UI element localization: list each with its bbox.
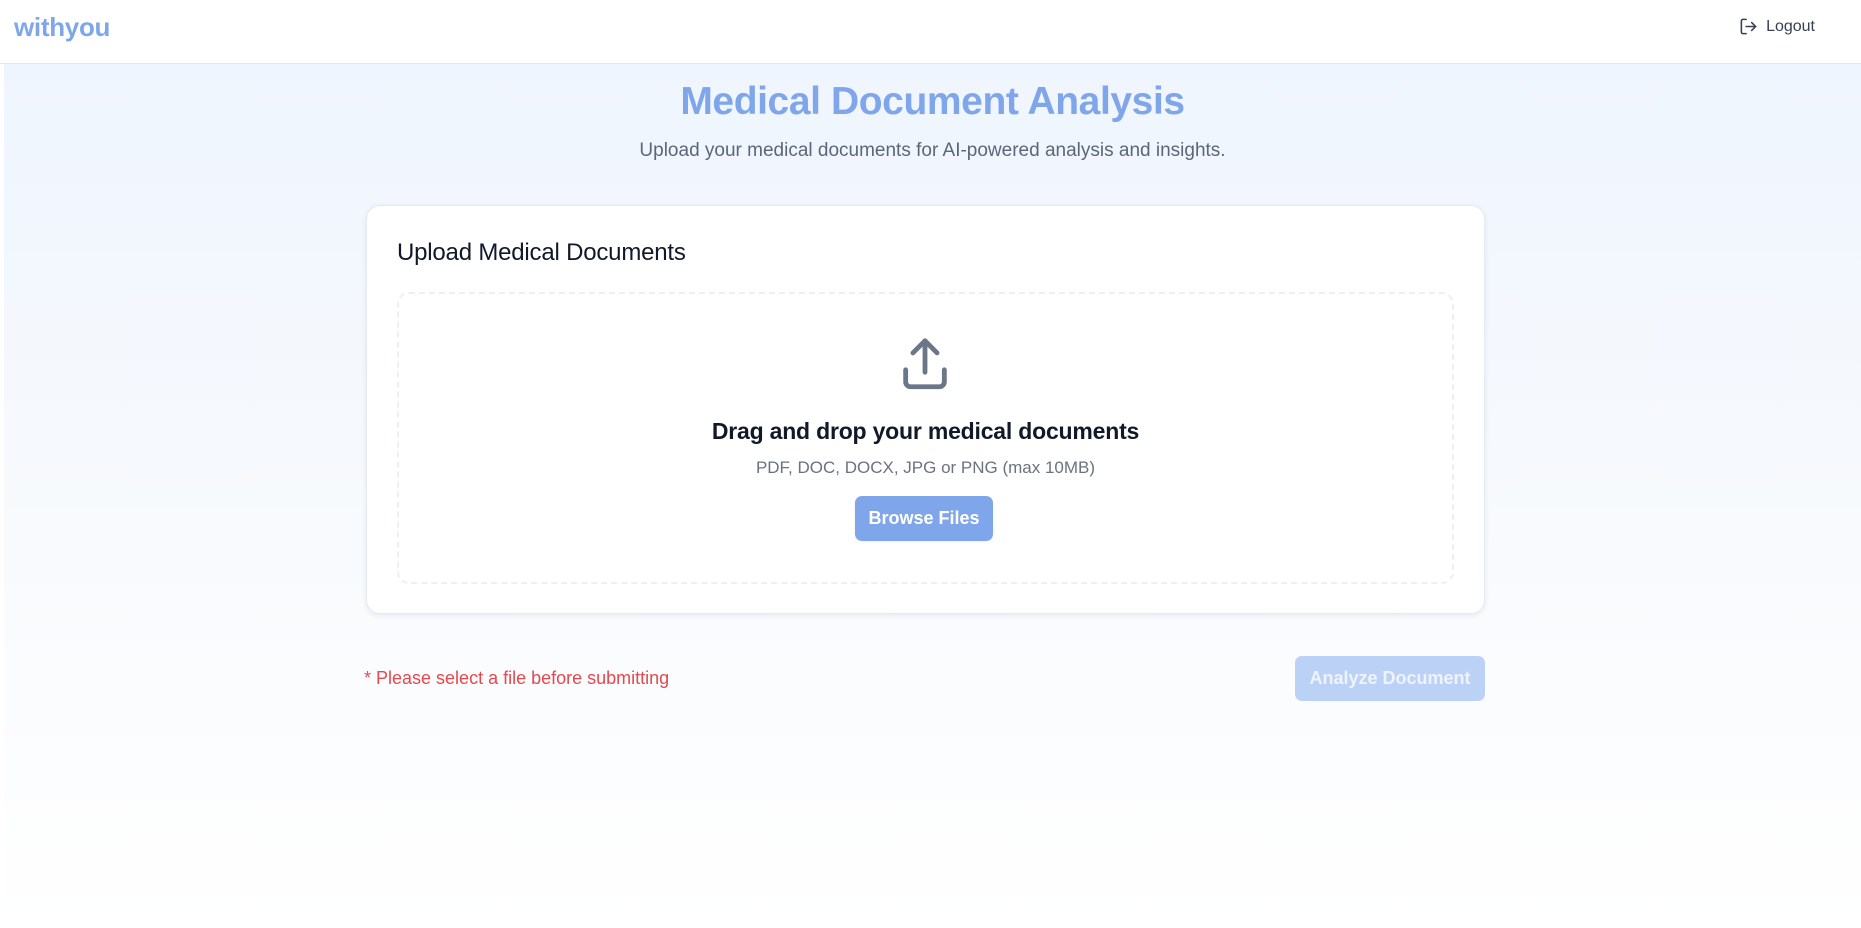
- dropzone-file-types-hint: PDF, DOC, DOCX, JPG or PNG (max 10MB): [755, 458, 1096, 477]
- dropzone-heading: Drag and drop your medical documents: [711, 418, 1140, 444]
- logout-button[interactable]: Logout: [1733, 13, 1821, 40]
- app-logo[interactable]: withyou: [14, 12, 110, 43]
- file-dropzone[interactable]: Drag and drop your medical documents PDF…: [397, 292, 1454, 584]
- logout-icon: [1739, 17, 1758, 36]
- page-title: Medical Document Analysis: [680, 80, 1185, 123]
- top-navigation-bar: withyou Logout: [0, 0, 1861, 64]
- upload-card: Upload Medical Documents Drag and drop y…: [366, 205, 1485, 614]
- upload-icon: [896, 336, 954, 394]
- validation-error-message: * Please select a file before submitting: [364, 668, 670, 688]
- analyze-document-button[interactable]: Analyze Document: [1295, 656, 1485, 701]
- logout-label: Logout: [1766, 17, 1815, 35]
- page-subtitle: Upload your medical documents for AI-pow…: [639, 140, 1226, 161]
- main-content: Medical Document Analysis Upload your me…: [4, 64, 1861, 928]
- upload-card-title: Upload Medical Documents: [397, 239, 686, 266]
- browse-files-button[interactable]: Browse Files: [855, 496, 993, 541]
